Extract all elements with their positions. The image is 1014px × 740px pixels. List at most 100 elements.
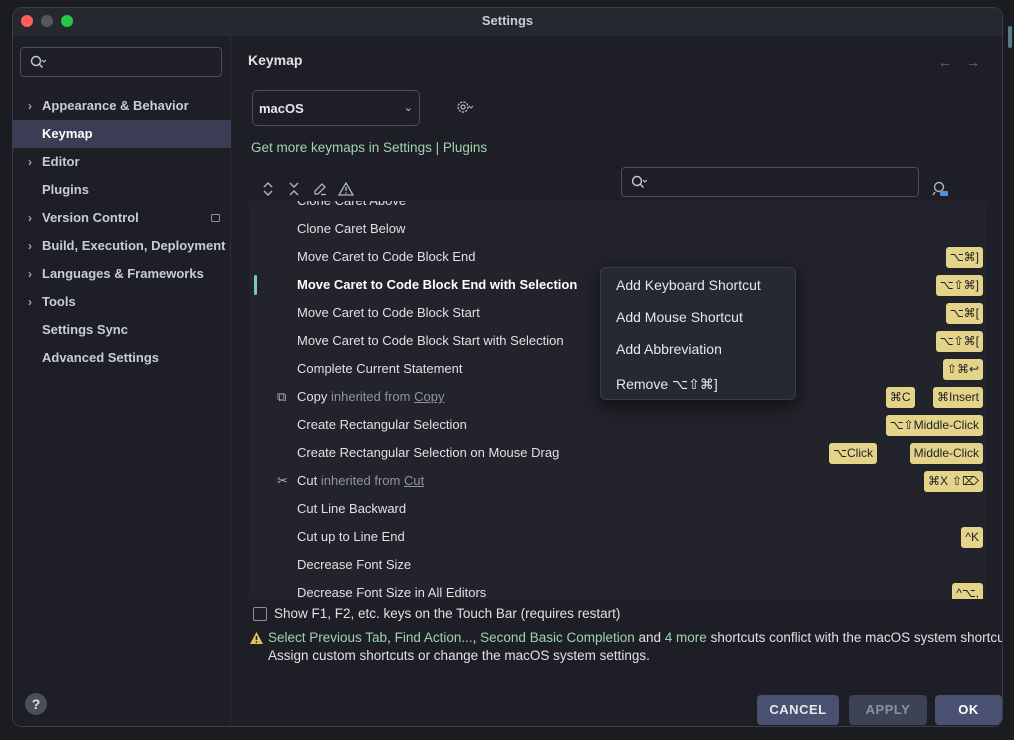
copy-icon: ⧉ (277, 389, 287, 404)
conflict-warning: Select Previous Tab, Find Action..., Sec… (249, 630, 1003, 670)
search-icon (30, 55, 46, 68)
inherited-link[interactable]: Copy (414, 389, 444, 404)
action-label: Create Rectangular Selection on Mouse Dr… (297, 445, 560, 460)
ok-button[interactable]: OK (935, 695, 1002, 725)
action-row[interactable]: ✂ Cut inherited from Cut ⇧⌦ ⌘X (249, 467, 987, 495)
shortcut-badge: ⇧⌦ (947, 471, 983, 492)
chevron-right-icon[interactable]: › (28, 204, 32, 232)
and-text: and (634, 630, 665, 645)
shortcut-badge: ⇧⌘↩ (942, 359, 983, 380)
sidebar-item-appearance-behavior[interactable]: › Appearance & Behavior (13, 92, 231, 120)
action-row[interactable]: Cut up to Line End ^K (249, 523, 987, 551)
conflict-warning-text: shortcuts conflict with the macOS system… (706, 630, 1003, 645)
shortcut-badge: ⌥⇧⌘[ (935, 331, 983, 352)
inherited-link[interactable]: Cut (404, 473, 424, 488)
shortcut-badge: ⌥⌘[ (945, 303, 983, 324)
action-row[interactable]: Clone Caret Below (249, 215, 987, 243)
action-name: Complete Current Statement (297, 361, 462, 376)
action-label: Create Rectangular Selection (297, 417, 467, 432)
sidebar-item-languages-frameworks[interactable]: › Languages & Frameworks (13, 260, 231, 288)
conflict-link-select-previous-tab[interactable]: Select Previous Tab (268, 630, 387, 645)
sidebar-item-label: Advanced Settings (42, 350, 160, 365)
add-abbreviation-item[interactable]: Add Abbreviation (616, 341, 722, 357)
conflict-link-more[interactable]: 4 more (665, 630, 707, 645)
help-button[interactable]: ? (25, 693, 47, 715)
shortcut-badge: ⌘C (885, 387, 915, 408)
chevron-right-icon[interactable]: › (28, 260, 32, 288)
action-label: Decrease Font Size (297, 557, 412, 572)
selection-marker (254, 275, 257, 295)
warning-icon (250, 632, 263, 644)
sidebar-item-plugins[interactable]: Plugins (13, 176, 231, 204)
sidebar-item-editor[interactable]: › Editor (13, 148, 231, 176)
touchbar-checkbox[interactable] (253, 607, 267, 621)
collapse-all-icon[interactable] (286, 181, 302, 197)
sidebar-item-label: Build, Execution, Deployment (42, 238, 226, 253)
action-label: Clone Caret Below (297, 221, 406, 236)
action-label: Move Caret to Code Block Start (297, 305, 480, 320)
action-label: Move Caret to Code Block End with Select… (297, 277, 578, 292)
edit-shortcut-icon[interactable] (312, 181, 328, 197)
apply-button[interactable]: APPLY (849, 695, 927, 725)
sidebar-item-label: Keymap (42, 126, 93, 141)
chevron-right-icon[interactable]: › (28, 148, 32, 176)
action-label: Cut up to Line End (297, 529, 405, 544)
action-row[interactable]: Cut Line Backward (249, 495, 987, 523)
sidebar-item-label: Settings Sync (42, 322, 128, 337)
sidebar-search-input[interactable] (20, 47, 222, 77)
sidebar-item-settings-sync[interactable]: Settings Sync (13, 316, 231, 344)
add-keyboard-shortcut-item[interactable]: Add Keyboard Shortcut (616, 277, 761, 293)
sidebar-item-keymap[interactable]: Keymap (13, 120, 231, 148)
shortcut-badge: ⌘X (923, 471, 952, 492)
sidebar-item-version-control[interactable]: › Version Control (13, 204, 231, 232)
action-name: Move Caret to Code Block End (297, 249, 475, 264)
action-label: Copy (297, 389, 328, 404)
keymap-action-list[interactable]: Clone Caret Above Clone Caret Below Move C… (249, 201, 987, 599)
sidebar-item-tools[interactable]: › Tools (13, 288, 231, 316)
search-icon (631, 175, 647, 188)
sidebar-item-advanced-settings[interactable]: Advanced Settings (13, 344, 231, 372)
action-label: Complete Current Statement (297, 361, 463, 376)
action-row[interactable]: Decrease Font Size (249, 551, 987, 579)
action-row[interactable]: Create Rectangular Selection on Mouse Dr… (249, 439, 987, 467)
action-name: Decrease Font Size (297, 557, 411, 572)
action-name: Move Caret to Code Block Start (297, 305, 480, 320)
shortcut-badge: ^⌥, (952, 583, 983, 599)
expand-all-icon[interactable] (260, 181, 276, 197)
shortcut-badge: ⌥Click (829, 443, 877, 464)
get-more-keymaps-link[interactable]: Get more keymaps in Settings | Plugins (251, 140, 487, 155)
action-name: Create Rectangular Selection on Mouse Dr… (297, 445, 559, 460)
chevron-down-icon: ⌄ (403, 102, 413, 114)
back-arrow-icon[interactable]: ← (938, 54, 966, 70)
remove-shortcut-item[interactable]: Remove ⌥⇧⌘] (616, 376, 718, 393)
shortcut-context-menu: Add Keyboard Shortcut Add Mouse Shortcut A… (600, 267, 796, 400)
sidebar-item-label: Languages & Frameworks (42, 266, 204, 281)
gear-icon[interactable] (456, 99, 474, 115)
action-label: Decrease Font Size in All Editors (297, 585, 487, 599)
shortcut-badge: ⌥⌘] (945, 247, 983, 268)
action-name: Cut Line Backward (297, 501, 406, 516)
cancel-button[interactable]: CANCEL (757, 695, 839, 725)
action-label: Move Caret to Code Block End (297, 249, 476, 264)
chevron-right-icon[interactable]: › (28, 232, 32, 260)
chevron-right-icon[interactable]: › (28, 92, 32, 120)
keymap-scheme-value: macOS (259, 101, 304, 116)
action-name: Cut inherited from Cut (297, 473, 424, 488)
add-mouse-shortcut-item[interactable]: Add Mouse Shortcut (616, 309, 743, 325)
action-search-input[interactable] (621, 167, 919, 197)
chevron-right-icon[interactable]: › (28, 288, 32, 316)
history-arrows: ←→ (938, 54, 994, 70)
action-row[interactable]: Create Rectangular Selection ⌥⇧Middle-Cli… (249, 411, 987, 439)
page-title: Keymap (248, 52, 303, 68)
conflict-link-find-action[interactable]: Find Action... (395, 630, 473, 645)
find-by-shortcut-icon[interactable] (932, 181, 950, 197)
conflict-link-second-basic-completion[interactable]: Second Basic Completion (480, 630, 635, 645)
action-row[interactable]: Decrease Font Size in All Editors ^⌥, (249, 579, 987, 599)
keymap-scheme-select[interactable]: macOS ⌄ (252, 90, 420, 126)
sidebar-item-build-execution-deployment[interactable]: › Build, Execution, Deployment (13, 232, 231, 260)
forward-arrow-icon[interactable]: → (966, 54, 994, 70)
action-row[interactable]: Clone Caret Above (249, 201, 987, 215)
action-name: Move Caret to Code Block Start with Sele… (297, 333, 564, 348)
conflicts-warning-icon[interactable] (338, 181, 354, 197)
action-name: Create Rectangular Selection (297, 417, 467, 432)
